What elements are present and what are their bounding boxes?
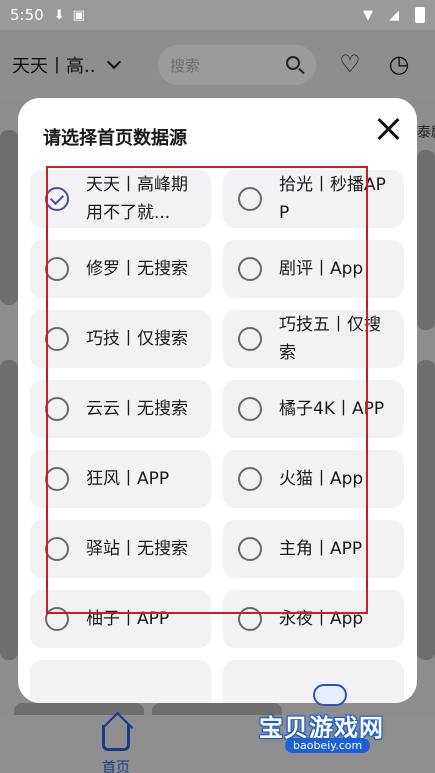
source-option-partial[interactable]: [30, 660, 211, 703]
source-option[interactable]: 主角丨APP: [223, 520, 404, 578]
nav-home[interactable]: 首页: [96, 719, 136, 773]
source-select-dialog: 请选择首页数据源 天天丨高峰期用不了就... 拾光丨秒播APP 修罗丨无搜索 剧…: [18, 98, 417, 703]
search-placeholder: 搜索: [170, 56, 201, 75]
radio-unchecked-icon: [45, 537, 69, 561]
source-option[interactable]: 永夜丨App: [223, 590, 404, 648]
source-option-label: 永夜丨App: [279, 609, 364, 629]
source-option-label: 巧技丨仅搜索: [86, 329, 188, 349]
radio-unchecked-icon: [238, 327, 262, 351]
watermark-url: baobeiy.com: [285, 738, 371, 753]
source-option[interactable]: 巧技丨仅搜索: [30, 310, 211, 368]
radio-unchecked-icon: [238, 607, 262, 631]
app-notification-icon: ▣: [72, 7, 85, 23]
source-option[interactable]: 狂风丨APP: [30, 450, 211, 508]
source-option[interactable]: 火猫丨App: [223, 450, 404, 508]
history-icon[interactable]: ◷: [385, 50, 413, 78]
category-tab-partial[interactable]: 泰剧: [417, 122, 435, 142]
source-options-grid: 天天丨高峰期用不了就... 拾光丨秒播APP 修罗丨无搜索 剧评丨App 巧技丨…: [30, 170, 405, 703]
home-icon: [102, 725, 130, 751]
radio-unchecked-icon: [238, 187, 262, 211]
source-option[interactable]: 驿站丨无搜索: [30, 520, 211, 578]
source-option-label: 狂风丨APP: [86, 469, 170, 489]
background-poster: [14, 703, 144, 715]
dialog-title: 请选择首页数据源: [43, 128, 187, 149]
background-poster: [0, 130, 18, 305]
source-option-label: 拾光丨秒播APP: [279, 175, 386, 223]
source-selector[interactable]: 天天丨高..: [12, 52, 122, 78]
radio-unchecked-icon: [45, 467, 69, 491]
source-option-label: 修罗丨无搜索: [86, 259, 188, 279]
radio-unchecked-icon: [238, 467, 262, 491]
chevron-down-icon: [107, 54, 122, 70]
source-option[interactable]: 天天丨高峰期用不了就...: [30, 170, 211, 228]
download-icon: ⬇: [53, 7, 65, 23]
source-selector-label: 天天丨高..: [12, 56, 96, 77]
nav-home-label: 首页: [102, 760, 130, 773]
battery-icon: [415, 7, 425, 23]
close-icon[interactable]: [373, 114, 403, 144]
radio-unchecked-icon: [45, 397, 69, 421]
radio-unchecked-icon: [45, 607, 69, 631]
source-option-label: 橘子4K丨APP: [279, 399, 385, 419]
status-time: 5:50: [10, 6, 44, 24]
radio-unchecked-icon: [238, 257, 262, 281]
app-header: 天天丨高.. 搜索 ♡ ◷: [0, 30, 435, 100]
source-option[interactable]: 橘子4K丨APP: [223, 380, 404, 438]
source-option[interactable]: 修罗丨无搜索: [30, 240, 211, 298]
wifi-icon: ▼: [363, 7, 373, 23]
background-poster: [417, 360, 435, 660]
radio-unchecked-icon: [238, 397, 262, 421]
source-option-label: 天天丨高峰期用不了就...: [86, 175, 188, 223]
source-option[interactable]: 剧评丨App: [223, 240, 404, 298]
source-option[interactable]: 拾光丨秒播APP: [223, 170, 404, 228]
source-option-label: 剧评丨App: [279, 259, 364, 279]
radio-unchecked-icon: [45, 257, 69, 281]
source-option-label: 驿站丨无搜索: [86, 539, 188, 559]
signal-icon: ◢: [389, 7, 399, 23]
source-option[interactable]: 柚子丨APP: [30, 590, 211, 648]
favorites-heart-icon[interactable]: ♡: [336, 50, 364, 78]
search-input[interactable]: 搜索: [158, 45, 316, 85]
gamepad-icon: [313, 684, 347, 706]
status-bar: 5:50 ⬇ ▣ ▼ ◢: [0, 0, 435, 30]
radio-checked-icon: [45, 187, 69, 211]
source-option[interactable]: 云云丨无搜索: [30, 380, 211, 438]
source-option-label: 主角丨APP: [279, 539, 363, 559]
source-option-label: 巧技五丨仅搜索: [279, 315, 381, 363]
search-icon: [286, 56, 300, 70]
background-poster: [0, 360, 18, 660]
source-option[interactable]: 巧技五丨仅搜索: [223, 310, 404, 368]
source-option-label: 云云丨无搜索: [86, 399, 188, 419]
radio-unchecked-icon: [238, 537, 262, 561]
source-option-label: 火猫丨App: [279, 469, 364, 489]
background-poster: [417, 150, 435, 330]
watermark: 宝贝游戏网 baobeiy.com: [255, 680, 430, 760]
radio-unchecked-icon: [45, 327, 69, 351]
source-option-label: 柚子丨APP: [86, 609, 170, 629]
